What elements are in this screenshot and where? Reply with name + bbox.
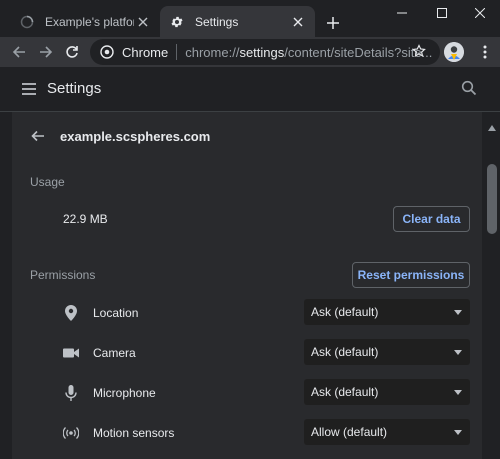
select-value: Ask (default) <box>311 385 379 399</box>
camera-select[interactable]: Ask (default) <box>304 339 470 365</box>
reload-button[interactable] <box>60 40 84 64</box>
tab-label: Example's platform <box>45 14 134 29</box>
url-scheme: chrome:// <box>185 44 240 60</box>
microphone-icon <box>63 385 79 401</box>
dropdown-caret-icon <box>454 389 462 395</box>
select-value: Ask (default) <box>311 345 379 359</box>
scrollbar-thumb[interactable] <box>487 164 497 234</box>
permissions-heading: Permissions <box>30 268 96 282</box>
profile-avatar[interactable] <box>444 42 464 62</box>
url-host: settings <box>239 44 285 60</box>
permission-row-microphone: Microphone Ask (default) <box>0 373 500 413</box>
more-menu-icon[interactable] <box>476 40 494 64</box>
back-button[interactable] <box>7 40 31 64</box>
tab-examples-platform[interactable]: Example's platform <box>10 6 160 37</box>
permission-row-motion-sensors: Motion sensors Allow (default) <box>0 413 500 453</box>
tab-settings[interactable]: Settings <box>160 6 315 37</box>
permission-row-location: Location Ask (default) <box>0 293 500 333</box>
select-value: Allow (default) <box>311 425 388 439</box>
dropdown-caret-icon <box>454 309 462 315</box>
bookmark-star-icon[interactable] <box>409 41 429 61</box>
url-text: chrome://settings/content/siteDetails?si… <box>185 45 440 60</box>
chrome-icon <box>100 44 116 60</box>
site-host: example.scspheres.com <box>60 129 211 144</box>
gear-icon <box>169 14 185 30</box>
dropdown-caret-icon <box>454 429 462 435</box>
location-select[interactable]: Ask (default) <box>304 299 470 325</box>
maximize-button[interactable] <box>422 0 462 26</box>
scroll-up-arrow-icon[interactable] <box>488 118 496 131</box>
permission-row-camera: Camera Ask (default) <box>0 333 500 373</box>
address-bar[interactable]: Chrome chrome://settings/content/siteDet… <box>90 39 440 65</box>
usage-heading: Usage <box>30 175 65 189</box>
select-value: Ask (default) <box>311 305 379 319</box>
close-icon[interactable] <box>134 13 152 31</box>
reset-permissions-button[interactable]: Reset permissions <box>352 262 470 288</box>
new-tab-button[interactable] <box>322 12 344 34</box>
search-icon[interactable] <box>461 80 479 98</box>
location-icon <box>63 305 79 321</box>
clear-data-button[interactable]: Clear data <box>393 206 470 232</box>
hamburger-menu-icon[interactable] <box>20 80 38 98</box>
usage-value: 22.9 MB <box>63 212 108 226</box>
permission-label: Microphone <box>93 386 156 400</box>
close-window-button[interactable] <box>460 0 500 26</box>
motion-sensors-select[interactable]: Allow (default) <box>304 419 470 445</box>
divider <box>176 44 178 60</box>
forward-button[interactable] <box>34 40 58 64</box>
site-chip: Chrome <box>122 44 169 60</box>
dropdown-caret-icon <box>454 349 462 355</box>
close-icon[interactable] <box>289 13 307 31</box>
permission-label: Camera <box>93 346 136 360</box>
settings-header: Settings <box>0 67 500 112</box>
camera-icon <box>63 345 79 361</box>
browser-toolbar: Chrome chrome://settings/content/siteDet… <box>0 37 500 67</box>
permission-label: Location <box>93 306 139 320</box>
microphone-select[interactable]: Ask (default) <box>304 379 470 405</box>
page-title: Settings <box>47 80 102 97</box>
loading-icon <box>19 14 35 30</box>
back-arrow-icon[interactable] <box>30 128 46 144</box>
motion-sensors-icon <box>63 425 79 441</box>
minimize-button[interactable] <box>382 0 422 26</box>
permission-label: Motion sensors <box>93 426 175 440</box>
tab-strip: Example's platform Settings <box>0 0 500 37</box>
tab-label: Settings <box>195 14 239 29</box>
